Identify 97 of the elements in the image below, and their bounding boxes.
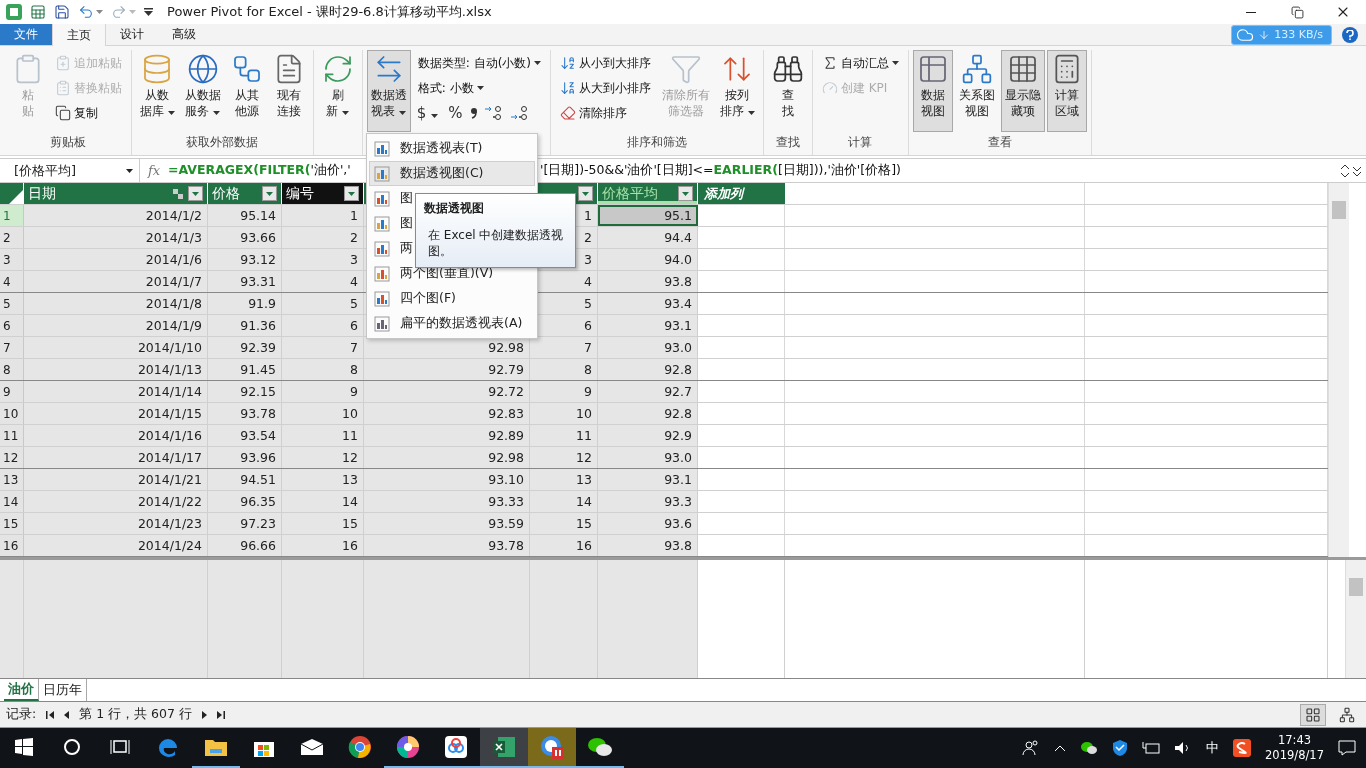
table-cell: 13	[282, 469, 364, 490]
table-cell: 95.1	[598, 205, 698, 226]
table-cell: 93.33	[364, 491, 530, 512]
table-cell: 93.0	[598, 447, 698, 468]
table-cell: 93.31	[208, 271, 282, 292]
table-cell: 92.7	[598, 381, 698, 402]
table-cell: 7	[282, 337, 364, 358]
table-cell: 93.59	[364, 513, 530, 534]
group-label: 查找	[775, 135, 800, 151]
formula-text: =AVERAGEX(FILTER('油价','	[168, 162, 351, 179]
table-cell: 93.4	[598, 293, 698, 314]
table-cell: 92.72	[364, 381, 530, 402]
table-cell: 96.35	[208, 491, 282, 512]
table-cell: 3	[282, 249, 364, 270]
table-cell: 93.6	[598, 513, 698, 534]
table-cell: 92.98	[364, 447, 530, 468]
table-cell: 10	[530, 403, 598, 424]
table-cell: 2014/1/10	[24, 337, 208, 358]
table-cell: 8	[530, 359, 598, 380]
table-cell: 93.12	[208, 249, 282, 270]
table-cell: 2014/1/3	[24, 227, 208, 248]
group-label: 计算	[848, 135, 873, 151]
group-label: 排序和筛选	[626, 135, 687, 151]
table-cell: 92.98	[364, 337, 530, 358]
table-cell: 92.8	[598, 359, 698, 380]
table-cell: 2014/1/24	[24, 535, 208, 556]
table-cell: 2014/1/7	[24, 271, 208, 292]
table-cell: 8	[282, 359, 364, 380]
table-cell: 13	[530, 469, 598, 490]
table-cell: 2014/1/13	[24, 359, 208, 380]
table-cell: 11	[282, 425, 364, 446]
table-cell: 2014/1/16	[24, 425, 208, 446]
table-cell: 2014/1/23	[24, 513, 208, 534]
table-cell: 92.8	[598, 403, 698, 424]
table-cell: 14	[282, 491, 364, 512]
table-cell: 94.51	[208, 469, 282, 490]
table-cell: 2014/1/21	[24, 469, 208, 490]
table-cell: 92.15	[208, 381, 282, 402]
table-cell: 93.0	[598, 337, 698, 358]
table-cell: 9	[282, 381, 364, 402]
table-cell: 9	[530, 381, 598, 402]
table-cell: 15	[530, 513, 598, 534]
table-cell: 12	[530, 447, 598, 468]
group-label: 查看	[987, 135, 1012, 151]
table-cell: 4	[282, 271, 364, 292]
table-cell: 93.54	[208, 425, 282, 446]
table-cell: 16	[530, 535, 598, 556]
table-cell: 2014/1/8	[24, 293, 208, 314]
table-cell: 96.66	[208, 535, 282, 556]
tooltip-title: 数据透视图	[424, 200, 485, 217]
table-cell: 2014/1/6	[24, 249, 208, 270]
table-cell: 6	[282, 315, 364, 336]
download-speed: 133 KB/s	[1274, 28, 1323, 41]
table-cell: 93.96	[208, 447, 282, 468]
table-cell: 92.9	[598, 425, 698, 446]
table-cell: 1	[282, 205, 364, 226]
table-cell: 92.79	[364, 359, 530, 380]
group-label: 剪贴板	[49, 135, 86, 151]
table-cell: 16	[282, 535, 364, 556]
table-cell: 91.9	[208, 293, 282, 314]
window-title: Power Pivot for Excel - 课时29-6.8计算移动平均.xlsx	[167, 3, 492, 21]
table-cell: 15	[282, 513, 364, 534]
table-cell: 2014/1/15	[24, 403, 208, 424]
table-cell: 93.10	[364, 469, 530, 490]
table-cell: 12	[282, 447, 364, 468]
table-cell: 2014/1/9	[24, 315, 208, 336]
table-cell: 92.89	[364, 425, 530, 446]
table-cell: 94.4	[598, 227, 698, 248]
table-cell: 91.36	[208, 315, 282, 336]
table-cell: 2014/1/14	[24, 381, 208, 402]
table-cell: 2014/1/17	[24, 447, 208, 468]
table-cell: 94.0	[598, 249, 698, 270]
formula-text: '[日期])-50&&'油价'[日期]<=EARLIER([日期])),'油价'[价格])	[540, 162, 901, 179]
table-cell: 91.45	[208, 359, 282, 380]
table-cell: 93.8	[598, 535, 698, 556]
record-label: 记录:	[6, 706, 37, 723]
table-cell: 11	[530, 425, 598, 446]
table-cell: 2014/1/2	[24, 205, 208, 226]
table-cell: 93.66	[208, 227, 282, 248]
table-cell: 93.8	[598, 271, 698, 292]
record-position: 第 1 行，共 607 行	[79, 706, 192, 723]
table-cell: 14	[530, 491, 598, 512]
table-cell: 93.1	[598, 469, 698, 490]
table-cell: 97.23	[208, 513, 282, 534]
table-cell: 7	[530, 337, 598, 358]
table-cell: 93.78	[364, 535, 530, 556]
table-cell: 92.83	[364, 403, 530, 424]
table-cell: 93.3	[598, 491, 698, 512]
table-cell: 95.14	[208, 205, 282, 226]
table-cell: 93.78	[208, 403, 282, 424]
table-cell: 5	[282, 293, 364, 314]
group-label: 获取外部数据	[186, 135, 259, 151]
table-cell: 2	[282, 227, 364, 248]
table-cell: 2014/1/22	[24, 491, 208, 512]
table-cell: 93.1	[598, 315, 698, 336]
table-cell: 92.39	[208, 337, 282, 358]
table-cell: 10	[282, 403, 364, 424]
